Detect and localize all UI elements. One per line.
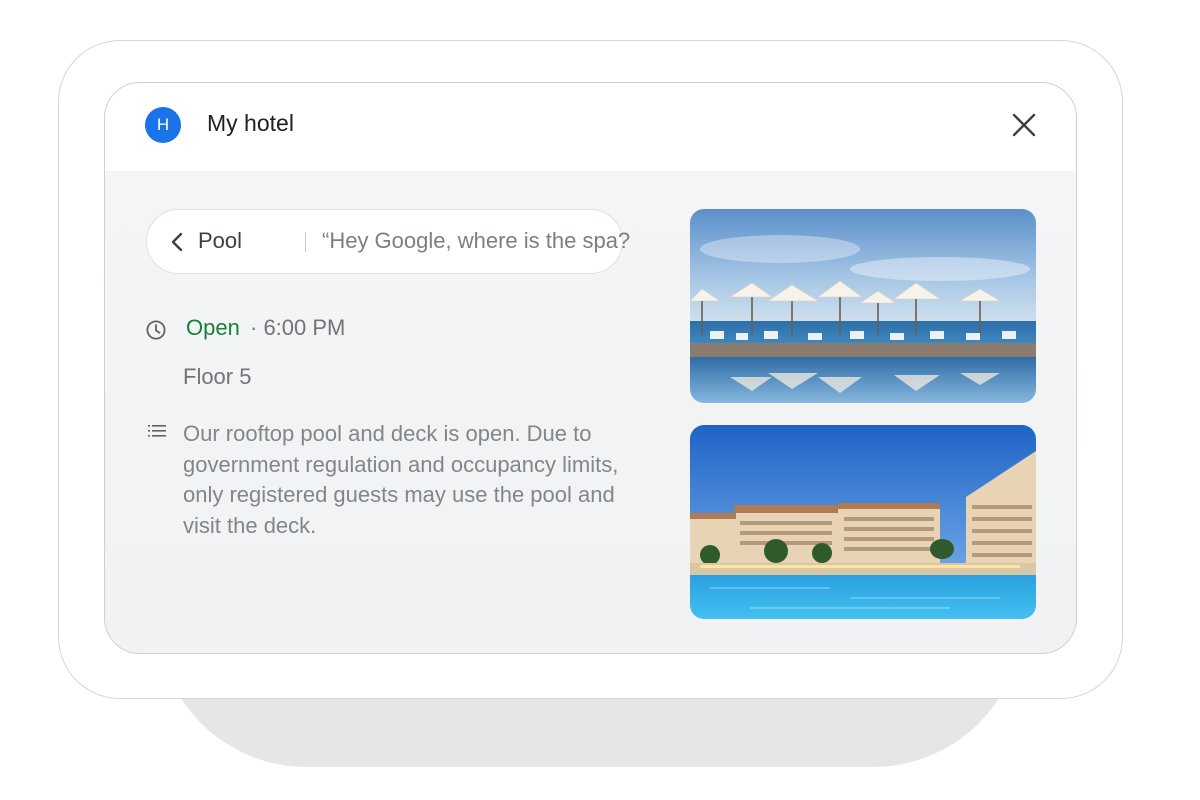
- resort-pool-photo[interactable]: [690, 425, 1036, 619]
- notes-icon: [148, 425, 166, 437]
- floor-label: Floor 5: [183, 364, 252, 389]
- clock-icon: [146, 320, 166, 340]
- chevron-left-icon[interactable]: [167, 231, 189, 253]
- app-title: My hotel: [207, 110, 294, 136]
- pool-description: Our rooftop pool and deck is open. Due t…: [183, 421, 619, 538]
- chip-title: Pool: [198, 228, 243, 253]
- pool-chip[interactable]: Pool “Hey Google, where is the spa?: [146, 209, 630, 274]
- pool-deck-photo[interactable]: [690, 209, 1036, 403]
- closing-time: · 6:00 PM: [250, 315, 346, 340]
- app-header: H My hotel: [105, 83, 1076, 171]
- display-screen: H My hotel Pool “Hey Google, where is th…: [104, 82, 1077, 654]
- content-area: Pool “Hey Google, where is the spa? Open…: [105, 171, 1076, 653]
- close-icon: [1012, 113, 1036, 137]
- chip-divider: [305, 232, 306, 252]
- hotel-avatar: H: [145, 107, 181, 143]
- close-button[interactable]: [1006, 107, 1042, 143]
- voice-suggestion[interactable]: “Hey Google, where is the spa?: [322, 228, 630, 254]
- open-status: Open: [186, 315, 240, 340]
